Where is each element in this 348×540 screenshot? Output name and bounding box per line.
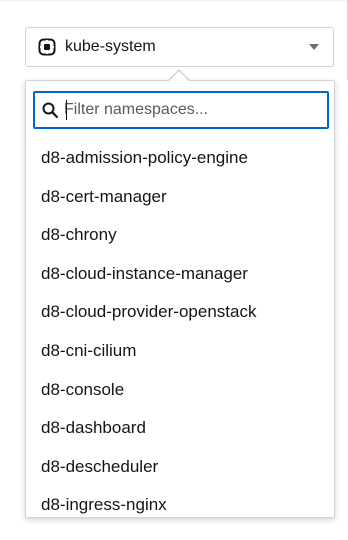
namespace-item[interactable]: d8-cloud-provider-openstack: [26, 293, 334, 332]
namespace-item[interactable]: d8-cni-cilium: [26, 332, 334, 371]
filter-field[interactable]: [33, 91, 329, 129]
namespace-item[interactable]: d8-cloud-instance-manager: [26, 255, 334, 294]
namespace-dropdown-menu: d8-admission-policy-engined8-cert-manage…: [25, 80, 335, 518]
current-namespace-label: kube-system: [65, 38, 156, 55]
stage: kube-system d8-admission-policy-engined8…: [0, 0, 348, 540]
text-cursor: [66, 100, 67, 120]
namespace-item[interactable]: d8-admission-policy-engine: [26, 139, 334, 178]
caret-down-icon: [309, 44, 319, 50]
namespace-item[interactable]: d8-descheduler: [26, 448, 334, 487]
menu-arrow-fill: [169, 71, 189, 81]
divider: [0, 0, 348, 1]
namespace-item[interactable]: d8-console: [26, 371, 334, 410]
namespace-icon: [38, 38, 56, 56]
namespace-item[interactable]: d8-cert-manager: [26, 178, 334, 217]
namespace-list: d8-admission-policy-engine d8-cert-manage…: [26, 139, 334, 525]
namespace-item[interactable]: d8-chrony: [26, 216, 334, 255]
namespace-item[interactable]: d8-dashboard: [26, 409, 334, 448]
search-icon: [42, 102, 58, 118]
filter-input[interactable]: [64, 101, 314, 119]
namespace-item[interactable]: d8-ingress-nginx: [26, 486, 334, 525]
namespace-selector-toggle[interactable]: kube-system: [25, 27, 334, 67]
